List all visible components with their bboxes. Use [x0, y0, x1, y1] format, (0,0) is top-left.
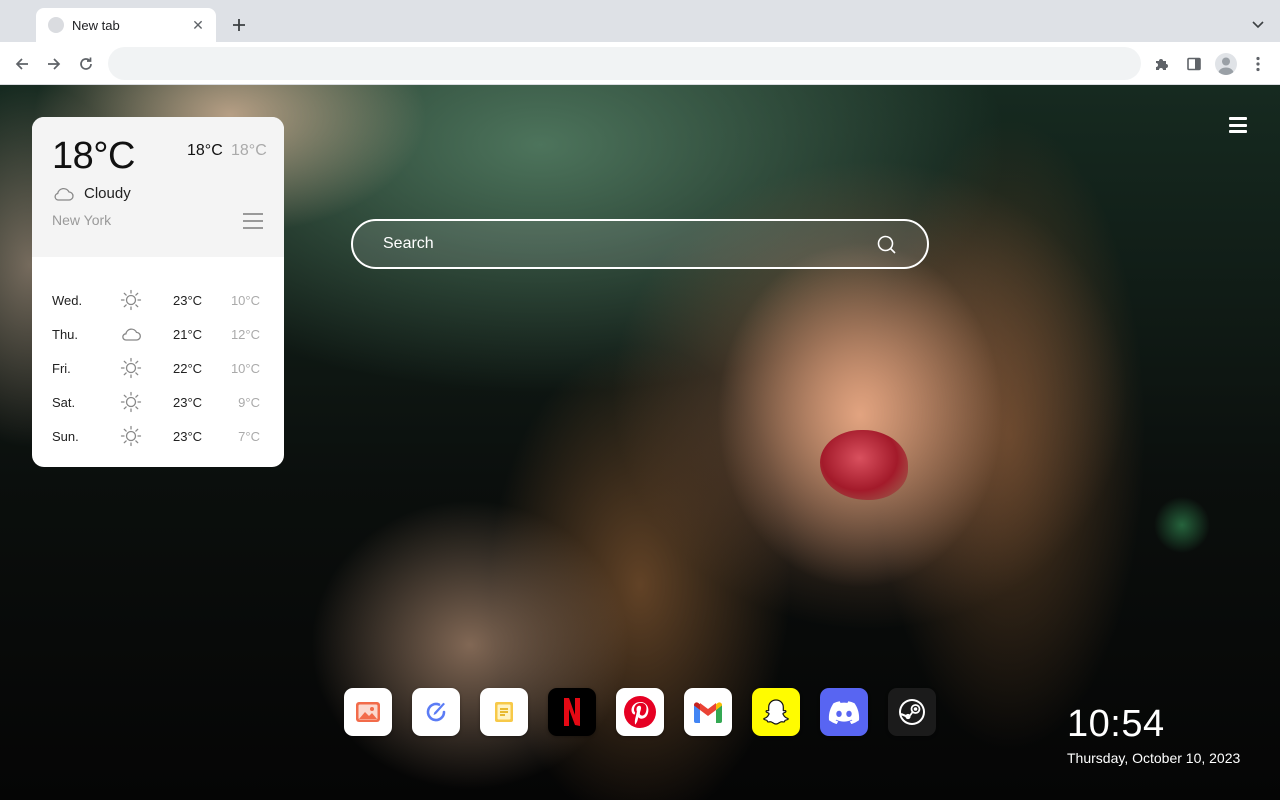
app-photos[interactable] [344, 688, 392, 736]
forecast-low: 7°C [238, 429, 260, 444]
avatar [1215, 53, 1237, 75]
sun-icon [120, 391, 142, 413]
check-pen-icon [426, 702, 446, 722]
app-discord[interactable] [820, 688, 868, 736]
tab-new-tab[interactable]: New tab ✕ [36, 8, 216, 42]
search-input[interactable] [383, 221, 863, 267]
puzzle-icon [1156, 59, 1168, 70]
forecast-row: Sun. 23°C 7°C [32, 419, 284, 453]
side-panel-button[interactable] [1180, 50, 1208, 78]
weather-condition: Cloudy [52, 185, 131, 202]
kebab-menu-icon [1256, 56, 1260, 72]
forward-button[interactable] [40, 50, 68, 78]
person-icon [1218, 57, 1234, 75]
notes-icon [495, 702, 513, 722]
forecast-low: 10°C [230, 293, 260, 308]
discord-icon [828, 701, 860, 724]
snapchat-icon [763, 699, 789, 725]
list-line [243, 227, 263, 229]
weather-widget: 18°C 18°C 18°C Cloudy New York Wed. 23°C… [32, 117, 284, 467]
sun-icon [120, 357, 142, 379]
tab-title: New tab [72, 17, 120, 33]
app-steam[interactable] [888, 688, 936, 736]
tab-strip: New tab ✕ [0, 0, 1280, 42]
cloud-icon [120, 323, 142, 345]
side-panel-icon [1187, 57, 1201, 71]
forecast-high: 23°C [173, 429, 203, 444]
chevron-down-icon [1252, 21, 1264, 29]
forecast-high: 22°C [173, 361, 203, 376]
app-todo[interactable] [412, 688, 460, 736]
app-notes[interactable] [480, 688, 528, 736]
forecast-row: Wed. 23°C 10°C [32, 283, 284, 317]
globe-icon [48, 17, 64, 33]
extensions-button[interactable] [1148, 50, 1176, 78]
hamburger-line [1229, 130, 1247, 133]
cloud-icon [54, 187, 74, 201]
forecast-high: 23°C [173, 293, 203, 308]
weather-forecast: Wed. 23°C 10°C Thu. 21°C 12°C Fri. 22°C … [32, 257, 284, 453]
reload-button[interactable] [72, 50, 100, 78]
new-tab-button[interactable] [226, 12, 252, 38]
new-tab-page: 18°C 18°C 18°C Cloudy New York Wed. 23°C… [0, 85, 1280, 800]
hamburger-line [1229, 123, 1247, 127]
forecast-day: Sun. [52, 429, 79, 444]
forecast-low: 9°C [238, 395, 260, 410]
netflix-icon [564, 698, 580, 726]
forecast-high: 23°C [173, 395, 203, 410]
reload-icon [80, 57, 92, 70]
list-line [243, 220, 263, 222]
back-button[interactable] [8, 50, 36, 78]
address-bar[interactable] [108, 47, 1141, 80]
hamburger-line [1229, 117, 1247, 120]
city-name[interactable]: New York [52, 212, 111, 228]
forecast-row: Sat. 23°C 9°C [32, 385, 284, 419]
profile-button[interactable] [1212, 50, 1240, 78]
today-high: 18°C [187, 142, 223, 159]
forecast-low: 10°C [230, 361, 260, 376]
current-temperature: 18°C [52, 135, 135, 177]
photos-icon [356, 702, 380, 722]
gmail-icon [694, 702, 722, 723]
forecast-row: Thu. 21°C 12°C [32, 317, 284, 351]
sun-icon [120, 289, 142, 311]
today-low: 18°C [231, 142, 267, 159]
tab-search-button[interactable] [1246, 13, 1270, 37]
weather-current: 18°C 18°C 18°C Cloudy New York [32, 117, 284, 257]
forecast-day: Sat. [52, 395, 76, 410]
page-menu-button[interactable] [1227, 115, 1249, 135]
clock-time: 10:54 [1067, 703, 1165, 745]
browser-toolbar [0, 42, 1280, 85]
clock-date: Thursday, October 10, 2023 [1067, 750, 1241, 766]
weather-menu-button[interactable] [243, 213, 263, 229]
forecast-day: Fri. [52, 361, 71, 376]
wallpaper-detail [820, 430, 908, 500]
plus-icon [233, 19, 245, 31]
chrome-menu-button[interactable] [1244, 50, 1272, 78]
pinterest-icon [624, 696, 656, 728]
app-netflix[interactable] [548, 688, 596, 736]
forecast-high: 21°C [173, 327, 203, 342]
steam-icon [899, 699, 925, 725]
forecast-day: Thu. [52, 327, 79, 342]
list-line [243, 213, 263, 215]
forecast-low: 12°C [230, 327, 260, 342]
app-gmail[interactable] [684, 688, 732, 736]
forecast-day: Wed. [52, 293, 83, 308]
app-snapchat[interactable] [752, 688, 800, 736]
forecast-row: Fri. 22°C 10°C [32, 351, 284, 385]
app-dock [344, 688, 936, 736]
search-bar [351, 219, 929, 269]
condition-label: Cloudy [84, 185, 131, 202]
close-icon[interactable]: ✕ [190, 17, 206, 33]
app-pinterest[interactable] [616, 688, 664, 736]
arrow-left-icon [15, 58, 28, 70]
sun-icon [120, 425, 142, 447]
arrow-right-icon [48, 58, 61, 70]
search-icon[interactable] [877, 235, 897, 255]
